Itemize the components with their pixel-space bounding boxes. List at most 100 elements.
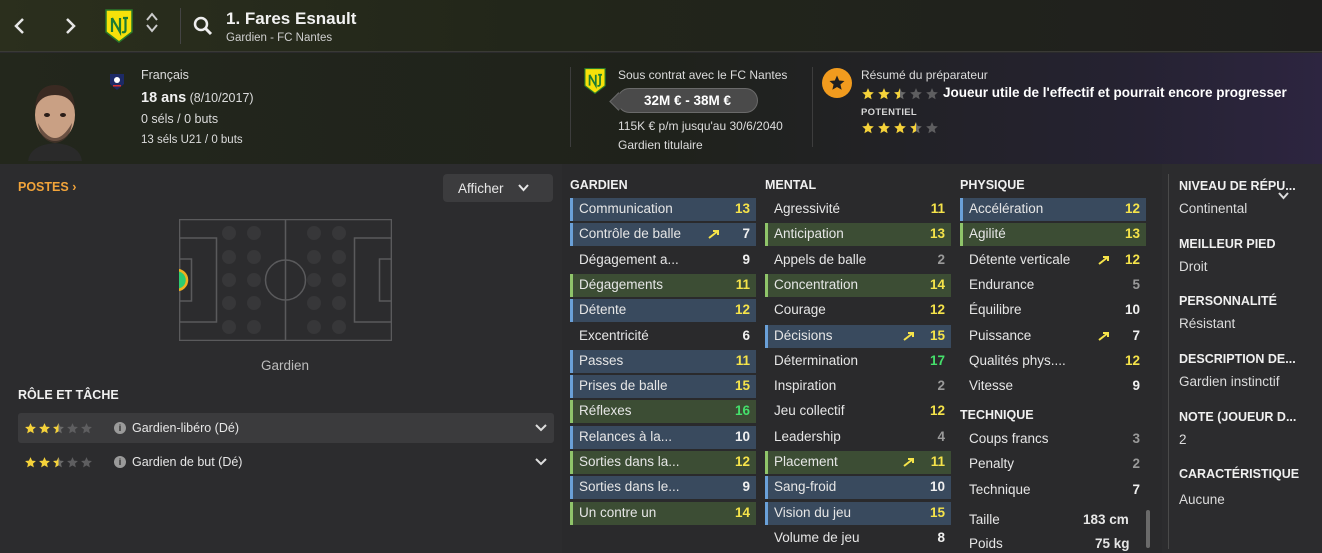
forward-button[interactable] <box>56 12 84 40</box>
search-icon[interactable] <box>192 15 214 37</box>
attribute-row-gardien[interactable]: Contrôle de balle 7 <box>570 223 756 247</box>
attribute-row-mental[interactable]: Courage 12 <box>765 299 951 322</box>
attribute-row-physique[interactable]: Endurance 5 <box>960 274 1146 297</box>
attribute-row-mental[interactable]: Inspiration 2 <box>765 375 951 398</box>
role-label: Gardien de but (Dé) <box>132 455 243 469</box>
attribute-row-mental[interactable]: Leadership 4 <box>765 426 951 449</box>
attribute-name: Accélération <box>969 201 1044 216</box>
attribute-name: Décisions <box>774 327 833 343</box>
player-subtitle[interactable]: Gardien - FC Nantes <box>226 32 332 44</box>
role-rating-stars <box>24 456 114 469</box>
attribute-name: Excentricité <box>579 327 649 343</box>
attribute-row-gardien[interactable]: Dégagement a... 9 <box>570 249 756 272</box>
rp-title: CARACTÉRISTIQUE <box>1179 467 1300 481</box>
chevron-down-icon[interactable] <box>1278 192 1289 200</box>
star-full-icon <box>862 122 874 134</box>
attribute-row-physique[interactable]: Vitesse 9 <box>960 375 1146 398</box>
attribute-value: 12 <box>929 302 945 318</box>
details-divider <box>1168 174 1169 549</box>
info-icon[interactable]: i <box>114 456 126 468</box>
star-empty-icon <box>926 122 938 134</box>
trend-arrow-icon <box>1098 331 1109 341</box>
attribute-value: 6 <box>742 327 750 343</box>
attribute-row-physique[interactable]: Puissance 7 <box>960 325 1146 348</box>
attribute-row-physique[interactable]: Équilibre 10 <box>960 299 1146 322</box>
attribute-row-physique[interactable]: Accélération 12 <box>960 198 1146 221</box>
back-button[interactable] <box>6 12 34 40</box>
attribute-value: 3 <box>1132 431 1140 446</box>
attribute-name: Appels de balle <box>774 251 867 267</box>
attribute-name: Dégagements <box>579 276 664 292</box>
attribute-name: Dégagement a... <box>579 251 679 267</box>
attribute-value: 13 <box>929 226 945 242</box>
attribute-name: Communication <box>579 201 673 216</box>
attribute-row-technique[interactable]: Coups francs 3 <box>960 428 1146 451</box>
info-icon[interactable]: i <box>114 422 126 434</box>
chevron-down-icon[interactable] <box>534 424 548 432</box>
attribute-row-gardien[interactable]: Communication 13 <box>570 198 756 221</box>
transfer-value[interactable]: 32M € - 38M € <box>617 88 758 113</box>
chevron-down-icon[interactable] <box>534 458 548 466</box>
role-row[interactable]: i Gardien de but (Dé) <box>18 447 554 477</box>
attribute-row-gardien[interactable]: Relances à la... 10 <box>570 425 756 449</box>
attribute-row-mental[interactable]: Sang-froid 10 <box>765 476 951 500</box>
attribute-value: 15 <box>929 504 945 520</box>
attribute-value: 2 <box>937 378 945 394</box>
attribute-row-mental[interactable]: Vision du jeu 15 <box>765 501 951 525</box>
attribute-row-technique[interactable]: Penalty 2 <box>960 453 1146 476</box>
attribute-row-gardien[interactable]: Sorties dans le... 9 <box>570 476 756 500</box>
attribute-name: Endurance <box>969 276 1035 292</box>
attribute-value: 2 <box>1132 456 1140 472</box>
attribute-row-mental[interactable]: Détermination 17 <box>765 350 951 373</box>
chevron-down-icon <box>517 184 529 192</box>
star-full-icon <box>39 422 50 433</box>
attribute-row-mental[interactable]: Décisions 15 <box>765 324 951 348</box>
rp-value: Continental <box>1179 201 1248 216</box>
attribute-row-physique[interactable]: Agilité 13 <box>960 223 1146 247</box>
attribute-row-gardien[interactable]: Excentricité 6 <box>570 325 756 348</box>
attribute-name: Coups francs <box>969 431 1049 446</box>
attributes-panel: GARDIEN MENTAL PHYSIQUE TECHNIQUE Commun… <box>562 164 1162 553</box>
attribute-row-gardien[interactable]: Prises de balle 15 <box>570 375 756 399</box>
star-full-icon <box>862 88 874 100</box>
caps-u21: 13 séls U21 / 0 buts <box>141 134 243 146</box>
attribute-name: Détermination <box>774 352 859 368</box>
attribute-row-mental[interactable]: Jeu collectif 12 <box>765 400 951 423</box>
attribute-row-mental[interactable]: Agressivité 11 <box>765 198 951 221</box>
star-half-icon <box>910 122 922 134</box>
attribute-name: Équilibre <box>969 302 1022 318</box>
player-switch-arrows[interactable] <box>146 12 158 36</box>
rp-value: Droit <box>1179 259 1208 274</box>
attribute-row-gardien[interactable]: Dégagements 11 <box>570 273 756 297</box>
attribute-row-mental[interactable]: Appels de balle 2 <box>765 249 951 272</box>
postes-link[interactable]: POSTES › <box>18 180 76 194</box>
trend-arrow-icon <box>1098 255 1109 265</box>
scrollbar[interactable] <box>1146 510 1150 548</box>
pitch-diagram <box>179 219 392 341</box>
attribute-value: 2 <box>937 251 945 267</box>
attribute-row-gardien[interactable]: Détente 12 <box>570 299 756 323</box>
attribute-row-physique[interactable]: Qualités phys.... 12 <box>960 350 1146 373</box>
attribute-row-physique[interactable]: Détente verticale 12 <box>960 249 1146 272</box>
attribute-row-gardien[interactable]: Passes 11 <box>570 349 756 373</box>
attribute-row-technique[interactable]: Technique 7 <box>960 479 1146 502</box>
attribute-row-mental[interactable]: Volume de jeu 8 <box>765 527 951 550</box>
attribute-row-mental[interactable]: Concentration 14 <box>765 273 951 297</box>
afficher-dropdown[interactable]: Afficher <box>443 174 553 202</box>
club-crest-icon[interactable] <box>104 8 134 44</box>
coach-report-badge[interactable] <box>822 68 852 98</box>
star-half-icon <box>53 456 64 467</box>
attribute-row-mental[interactable]: Placement 11 <box>765 451 951 474</box>
attribute-row-gardien[interactable]: Réflexes 16 <box>570 400 756 424</box>
attribute-row-gardien[interactable]: Sorties dans la... 12 <box>570 451 756 474</box>
attribute-value: 13 <box>734 201 750 216</box>
info-divider-1 <box>570 67 571 147</box>
age-line: 18 ans (8/10/2017) <box>141 90 254 106</box>
attribute-row-gardien[interactable]: Un contre un 14 <box>570 501 756 525</box>
role-row[interactable]: i Gardien-libéro (Dé) <box>18 413 554 443</box>
info-divider-2 <box>812 67 813 147</box>
attribute-row-mental[interactable]: Anticipation 13 <box>765 223 951 247</box>
attribute-name: Placement <box>774 454 838 469</box>
age: 18 ans <box>141 90 187 106</box>
details-panel: NIVEAU DE RÉPU... Continental MEILLEUR P… <box>1162 164 1322 553</box>
